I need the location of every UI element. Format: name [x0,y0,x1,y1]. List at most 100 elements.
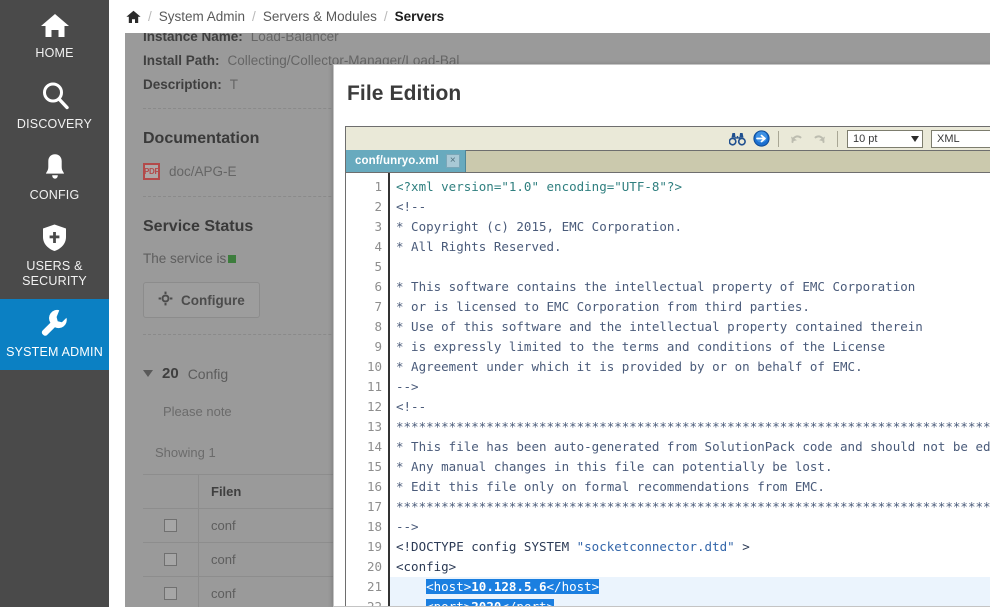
code-line[interactable]: * Any manual changes in this file can po… [396,457,990,477]
main-content: / System Admin / Servers & Modules / Ser… [109,0,990,607]
filename-cell: conf [211,518,236,533]
file-tab-conf-unryo-xml[interactable]: conf/unryo.xml × [346,150,466,172]
goto-arrow-icon[interactable] [750,129,772,149]
instance-name-row: Instance Name: Load-Balancer [143,33,972,44]
code-line[interactable]: * This file has been auto-generated from… [396,437,990,457]
column-header-filename: Filen [211,484,242,499]
breadcrumb-item-servers-modules[interactable]: Servers & Modules [263,9,377,24]
breadcrumb-home-icon[interactable] [126,10,141,24]
file-edition-dialog: File Edition 10 pt XML conf/unryo.xml × … [333,64,990,607]
breadcrumb-separator: / [148,9,152,24]
line-number: 16 [366,479,382,494]
config-count: 20 [162,365,179,382]
line-number: 17 [366,499,382,514]
syntax-mode-select[interactable]: XML [931,129,990,148]
home-icon [40,9,70,39]
sidebar-item-system-admin[interactable]: SYSTEM ADMIN [0,299,109,370]
code-line[interactable]: <port>2020</port> [390,597,990,606]
line-number: 15 [366,459,382,474]
row-checkbox-cell[interactable] [143,508,199,543]
code-line[interactable]: <!DOCTYPE config SYSTEM "socketconnector… [396,537,990,557]
sidebar-item-home[interactable]: HOME [0,0,109,71]
breadcrumb-separator: / [252,9,256,24]
row-checkbox-cell[interactable] [143,576,199,607]
breadcrumb-item-servers: Servers [394,9,445,24]
row-checkbox[interactable] [164,587,177,600]
main-sidebar: HOME DISCOVERY CONFIG USERS & SECURITY SY [0,0,109,607]
sidebar-item-label: HOME [35,46,74,60]
code-line[interactable]: * All Rights Reserved. [396,237,990,257]
pdf-icon: PDF [143,163,160,180]
line-number: 9 [374,339,382,354]
line-number: 7 [374,299,382,314]
font-size-select[interactable]: 10 pt [847,129,923,148]
row-checkbox[interactable] [164,519,177,532]
breadcrumb-item-system-admin[interactable]: System Admin [159,9,245,24]
line-number: 4 [374,239,382,254]
code-line[interactable]: * Agreement under which it is provided b… [396,357,990,377]
close-icon[interactable]: × [445,154,460,168]
gear-icon [158,291,173,309]
syntax-mode-value: XML [937,132,960,145]
search-icon [40,80,70,110]
code-line[interactable]: * Copyright (c) 2015, EMC Corporation. [396,217,990,237]
install-path-label: Install Path: [143,53,220,68]
code-line[interactable]: <!-- [396,397,990,417]
dialog-title: File Edition [347,82,462,105]
instance-name-label: Instance Name: [143,33,243,44]
code-line[interactable]: --> [396,377,990,397]
binoculars-find-icon[interactable] [726,129,748,149]
chevron-down-icon [143,370,153,377]
code-line[interactable]: <?xml version="1.0" encoding="UTF-8"?> [396,177,990,197]
code-line[interactable]: --> [396,517,990,537]
shield-icon [41,222,68,252]
chevron-down-icon [911,135,919,142]
breadcrumb-separator: / [383,9,388,24]
code-line[interactable]: ****************************************… [396,417,990,437]
line-number: 2 [374,199,382,214]
code-line[interactable]: <!-- [396,197,990,217]
status-badge [228,255,237,263]
sidebar-item-config[interactable]: CONFIG [0,142,109,213]
line-number: 21 [366,579,382,594]
filename-cell: conf [211,586,236,601]
line-number: 18 [366,519,382,534]
description-value: T [229,77,239,92]
code-line[interactable]: * or is licensed to EMC Corporation from… [396,297,990,317]
configure-button[interactable]: Configure [143,282,260,318]
font-size-value: 10 pt [853,132,878,145]
sidebar-item-label: SYSTEM ADMIN [6,345,103,359]
editor-toolbar: 10 pt XML ab [346,127,990,151]
code-line[interactable]: <config> [396,557,990,577]
code-line[interactable]: <host>10.128.5.6</host> [390,577,990,597]
code-line[interactable]: ****************************************… [396,497,990,517]
code-editor-area[interactable]: 1234567891011121314151617181920212223242… [346,173,990,606]
row-checkbox[interactable] [164,553,177,566]
code-content[interactable]: <?xml version="1.0" encoding="UTF-8"?> <!… [390,173,990,606]
code-line[interactable]: * Use of this software and the intellect… [396,317,990,337]
redo-icon[interactable] [809,129,831,149]
code-line[interactable] [396,257,990,277]
code-line[interactable]: * This software contains the intellectua… [396,277,990,297]
sidebar-item-users-security[interactable]: USERS & SECURITY [0,213,109,299]
line-number-gutter: 1234567891011121314151617181920212223242… [346,173,388,606]
description-label: Description: [143,77,222,92]
sidebar-item-label: CONFIG [29,188,80,202]
line-number: 8 [374,319,382,334]
line-number: 14 [366,439,382,454]
instance-name-value: Load-Balancer [250,33,339,44]
toolbar-divider [778,130,779,147]
config-section-label: Config [187,365,229,382]
code-line[interactable]: * is expressly limited to the terms and … [396,337,990,357]
line-number: 22 [346,597,388,606]
file-editor: 10 pt XML ab [345,126,990,606]
sidebar-item-discovery[interactable]: DISCOVERY [0,71,109,142]
line-number: 12 [366,399,382,414]
line-number: 19 [366,539,382,554]
editor-tabbar: conf/unryo.xml × [346,150,990,173]
undo-icon[interactable] [785,129,807,149]
row-checkbox-cell[interactable] [143,542,199,577]
toolbar-divider [837,130,838,147]
select-all-cell [143,474,199,509]
code-line[interactable]: * Edit this file only on formal recommen… [396,477,990,497]
